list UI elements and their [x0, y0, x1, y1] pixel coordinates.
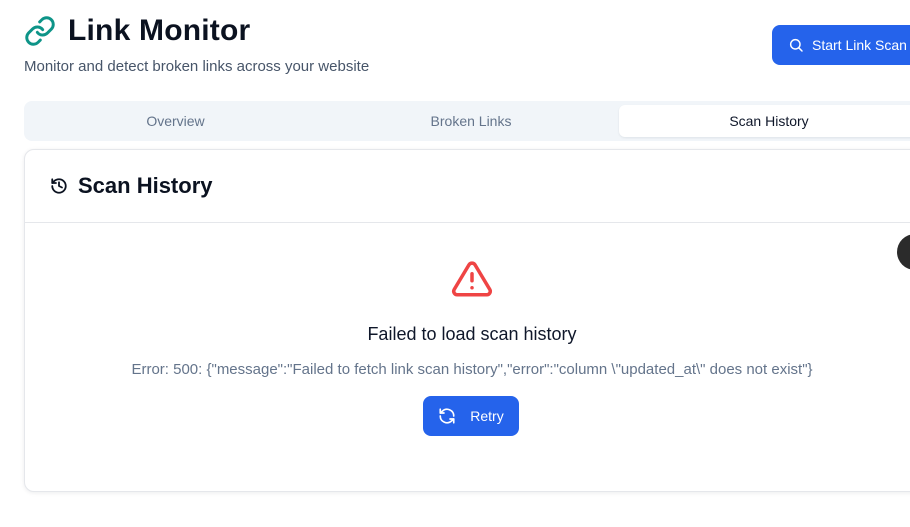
title-row: Link Monitor: [24, 14, 369, 48]
scan-history-card: Scan History Failed to load scan history…: [24, 149, 910, 492]
page-header: Link Monitor Monitor and detect broken l…: [24, 14, 369, 75]
alert-triangle-icon: [449, 258, 495, 300]
error-title: Failed to load scan history: [367, 324, 577, 344]
start-link-scan-button[interactable]: Start Link Scan: [772, 25, 910, 65]
tab-scan-history[interactable]: Scan History: [619, 105, 910, 137]
search-icon: [788, 37, 804, 53]
error-message: Error: 500: {"message":"Failed to fetch …: [131, 361, 813, 378]
tab-overview[interactable]: Overview: [28, 105, 323, 137]
retry-button[interactable]: Retry: [423, 396, 519, 436]
page-title: Link Monitor: [68, 14, 251, 47]
tab-bar: Overview Broken Links Scan History: [24, 101, 910, 141]
page-subtitle: Monitor and detect broken links across y…: [24, 58, 370, 75]
card-title: Scan History: [78, 173, 213, 198]
error-state: Failed to load scan history Error: 500: …: [25, 223, 910, 491]
retry-label: Retry: [470, 408, 504, 424]
start-link-scan-label: Start Link Scan: [812, 37, 907, 53]
link-monitor-page: Link Monitor Monitor and detect broken l…: [0, 0, 910, 527]
history-icon: [50, 177, 68, 195]
card-header: Scan History: [25, 150, 910, 223]
link-icon: [24, 15, 56, 47]
refresh-icon: [438, 407, 456, 425]
tab-broken-links[interactable]: Broken Links: [323, 105, 619, 137]
